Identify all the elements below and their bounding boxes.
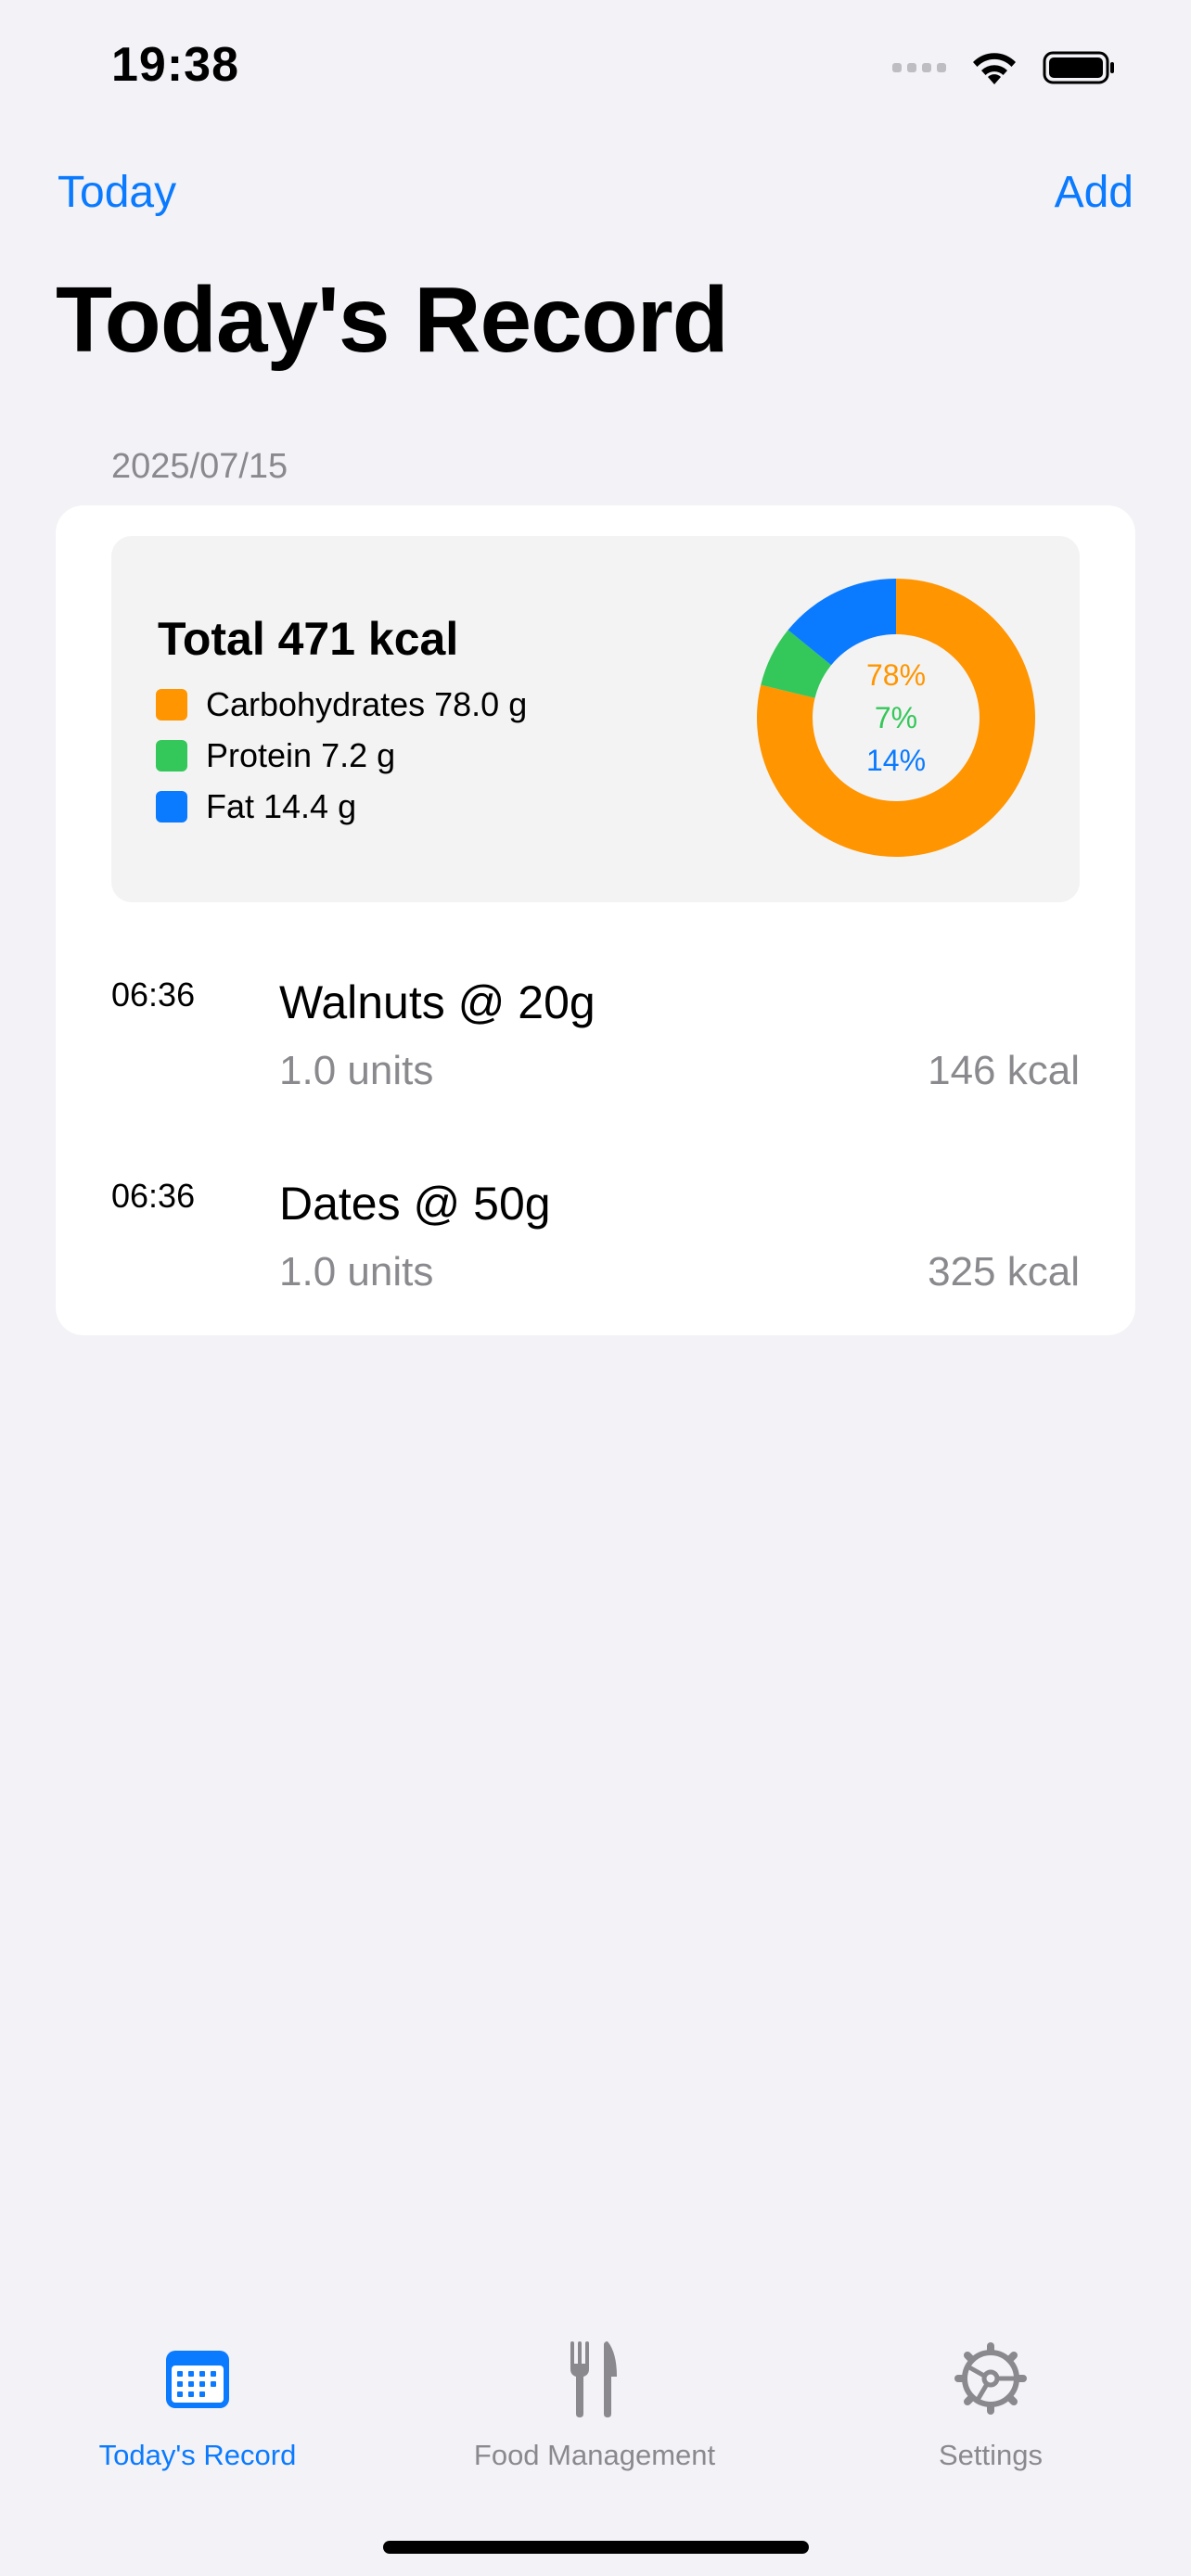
macro-donut-chart: 78% 7% 14% bbox=[756, 578, 1036, 858]
food-entry-row[interactable]: 06:36 Dates @ 50g 1.0 units 325 kcal bbox=[56, 1177, 1135, 1344]
macro-legend: Carbohydrates 78.0 g Protein 7.2 g Fat 1… bbox=[156, 679, 527, 832]
battery-icon bbox=[1043, 51, 1114, 84]
donut-label-fat: 14% bbox=[865, 744, 927, 777]
tab-todays-record[interactable]: Today's Record bbox=[12, 2337, 383, 2472]
entry-time: 06:36 bbox=[111, 1177, 196, 1215]
entry-name: Walnuts @ 20g bbox=[279, 976, 596, 1028]
donut-label-carbohydrates: 78% bbox=[865, 658, 927, 692]
add-button[interactable]: Add bbox=[1055, 167, 1133, 218]
legend-item-protein: Protein 7.2 g bbox=[156, 730, 527, 781]
status-time: 19:38 bbox=[111, 38, 239, 92]
entry-units: 1.0 units bbox=[279, 1048, 434, 1093]
legend-swatch bbox=[156, 688, 187, 721]
legend-item-fat: Fat 14.4 g bbox=[156, 781, 527, 832]
home-indicator bbox=[383, 2541, 809, 2554]
tab-label: Settings bbox=[938, 2439, 1043, 2471]
entry-time: 06:36 bbox=[111, 976, 196, 1014]
tab-settings[interactable]: Settings bbox=[805, 2337, 1176, 2472]
donut-labels: 78% 7% 14% bbox=[756, 578, 1036, 858]
gear-icon bbox=[954, 2337, 1028, 2420]
page-title: Today's Record bbox=[56, 268, 729, 372]
nutrition-summary: Total 471 kcal Carbohydrates 78.0 g Prot… bbox=[111, 536, 1080, 902]
legend-swatch bbox=[156, 790, 187, 823]
legend-label: Protein 7.2 g bbox=[206, 735, 396, 774]
tab-food-management[interactable]: Food Management bbox=[409, 2337, 780, 2472]
legend-item-carbohydrates: Carbohydrates 78.0 g bbox=[156, 679, 527, 730]
calendar-icon bbox=[160, 2337, 235, 2420]
cellular-signal-icon bbox=[892, 63, 946, 72]
legend-label: Carbohydrates 78.0 g bbox=[206, 684, 528, 723]
record-card: Total 471 kcal Carbohydrates 78.0 g Prot… bbox=[56, 505, 1135, 1335]
food-entry-row[interactable]: 06:36 Walnuts @ 20g 1.0 units 146 kcal bbox=[56, 976, 1135, 1142]
section-date: 2025/07/15 bbox=[111, 447, 288, 486]
tab-label: Today's Record bbox=[98, 2439, 297, 2471]
status-bar: 19:38 bbox=[0, 0, 1191, 139]
legend-label: Fat 14.4 g bbox=[206, 786, 357, 825]
entry-units: 1.0 units bbox=[279, 1249, 434, 1294]
status-icons bbox=[892, 46, 1117, 89]
legend-swatch bbox=[156, 739, 187, 772]
fork-knife-icon bbox=[557, 2337, 632, 2420]
donut-label-protein: 7% bbox=[874, 701, 918, 734]
tab-label: Food Management bbox=[473, 2439, 716, 2471]
wifi-icon bbox=[973, 53, 1016, 84]
total-kcal: Total 471 kcal bbox=[158, 613, 459, 665]
today-button[interactable]: Today bbox=[58, 167, 176, 218]
entry-kcal: 146 kcal bbox=[928, 1048, 1080, 1093]
entry-name: Dates @ 50g bbox=[279, 1178, 551, 1230]
entry-kcal: 325 kcal bbox=[928, 1249, 1080, 1294]
